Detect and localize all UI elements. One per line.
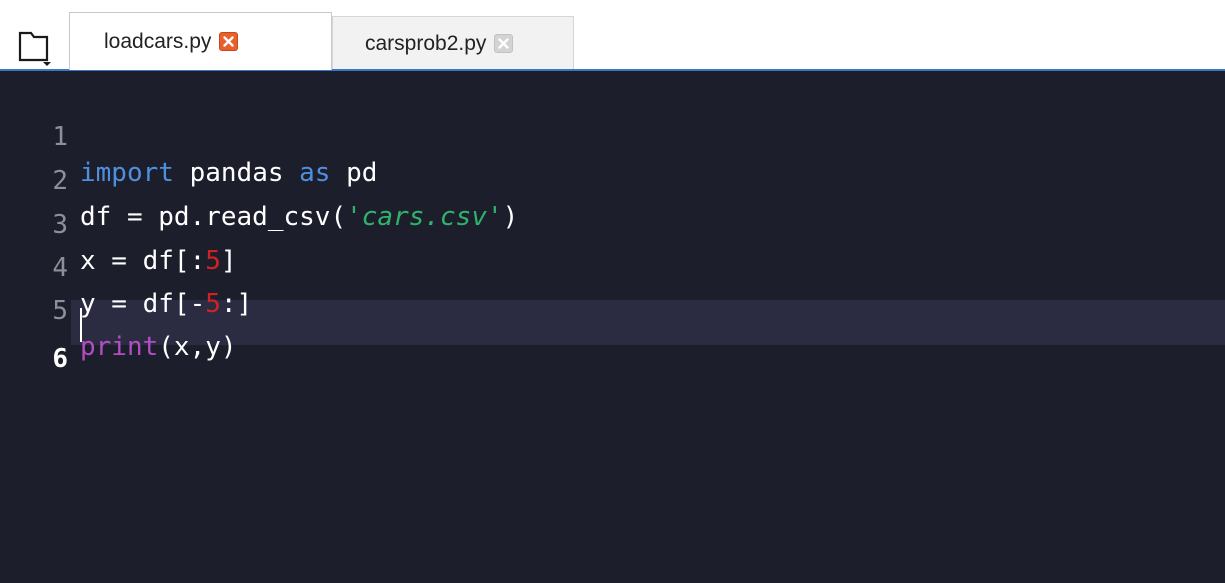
folder-open-icon[interactable] — [16, 26, 56, 66]
code-editor[interactable]: 1 import pandas as pd 2 df = pd.read_csv… — [0, 71, 1225, 583]
code-line[interactable]: 3 x = df[:5] — [0, 171, 1225, 276]
tab-bar: loadcars.py carsprob2.py — [0, 0, 1225, 71]
line-number: 6 — [52, 344, 68, 374]
code-line[interactable]: 5 print(x,y) — [0, 257, 1225, 362]
close-icon[interactable] — [219, 32, 239, 51]
code-line[interactable]: 6 — [0, 305, 1225, 374]
tab-loadcars[interactable]: loadcars.py — [69, 12, 332, 70]
code-line[interactable]: 1 import pandas as pd — [0, 83, 1225, 188]
text-cursor — [80, 308, 82, 342]
tab-label: loadcars.py — [104, 29, 212, 53]
code-line[interactable]: 4 y = df[-5:] — [0, 214, 1225, 319]
editor-window: loadcars.py carsprob2.py 1 import pandas… — [0, 0, 1225, 583]
tab-label: carsprob2.py — [365, 31, 487, 55]
tab-carsprob2[interactable]: carsprob2.py — [332, 16, 574, 70]
code-line[interactable]: 2 df = pd.read_csv('cars.csv') — [0, 127, 1225, 232]
close-icon[interactable] — [494, 34, 514, 53]
